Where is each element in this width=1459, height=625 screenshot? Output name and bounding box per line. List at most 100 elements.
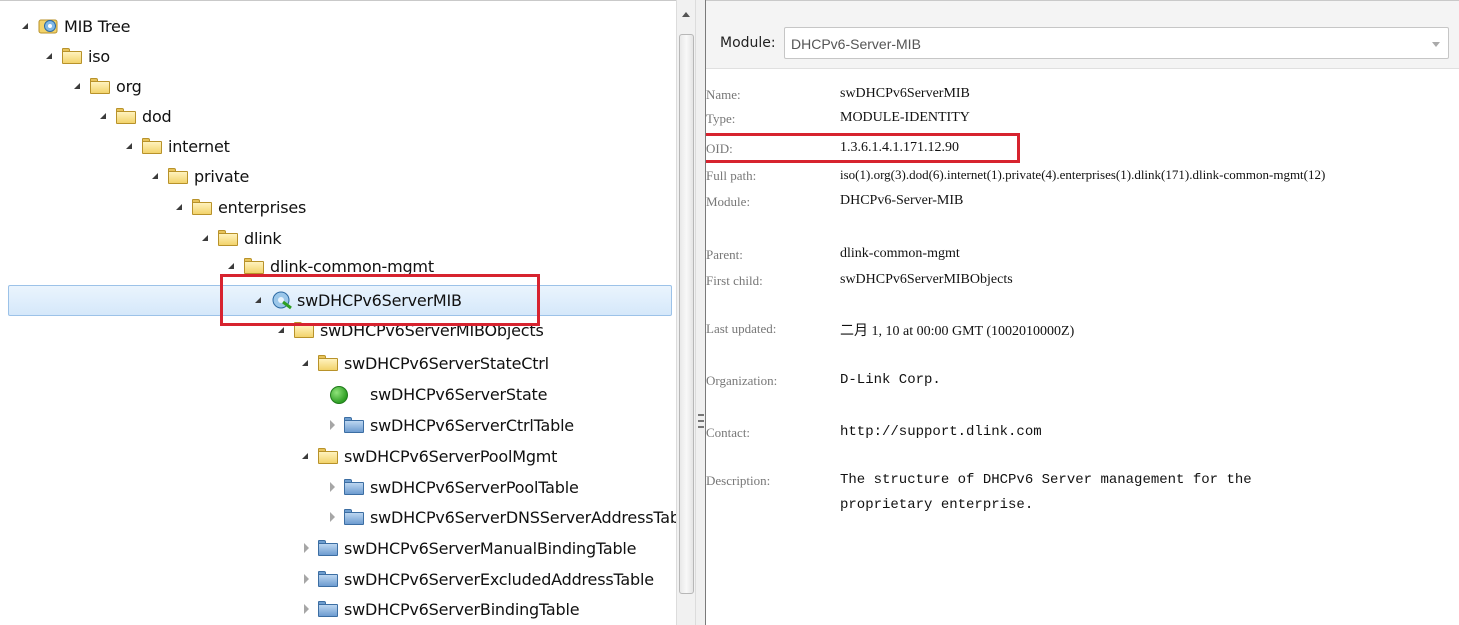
tree-node-dlink-common-mgmt[interactable]: dlink-common-mgmt xyxy=(0,253,500,283)
scalar-leaf-icon xyxy=(330,386,348,404)
table-folder-icon xyxy=(318,571,338,587)
expand-arrow-icon[interactable] xyxy=(152,173,158,179)
tree-node-label: org xyxy=(116,77,142,96)
tree-node-label: swDHCPv6ServerStateCtrl xyxy=(344,354,549,373)
tree-node-swdhcpv6servermib[interactable]: swDHCPv6ServerMIB xyxy=(8,285,672,316)
expand-arrow-icon[interactable] xyxy=(255,297,261,303)
expand-arrow-icon[interactable] xyxy=(302,453,308,459)
last-updated-value: 二月 1, 10 at 00:00 GMT (1002010000Z) xyxy=(840,324,1075,339)
tree-node-label: dlink-common-mgmt xyxy=(270,257,434,276)
expand-arrow-icon[interactable] xyxy=(126,143,132,149)
tree-node-label: MIB Tree xyxy=(64,17,131,36)
first-child-value: swDHCPv6ServerMIBObjects xyxy=(840,272,1013,287)
tree-node-label: dlink xyxy=(244,229,282,248)
organization-value: D-Link Corp. xyxy=(840,372,941,388)
collapse-arrow-icon[interactable] xyxy=(330,420,335,430)
description-line-2: proprietary enterprise. xyxy=(840,497,1034,513)
tree-node-label: private xyxy=(194,167,250,186)
tree-node-iso[interactable]: iso xyxy=(0,43,300,73)
expand-arrow-icon[interactable] xyxy=(176,204,182,210)
tree-node-swdhcpv6serverstatectrl[interactable]: swDHCPv6ServerStateCtrl xyxy=(0,350,560,380)
folder-icon xyxy=(116,108,136,124)
tree-node-label: swDHCPv6ServerPoolTable xyxy=(370,478,579,497)
table-folder-icon xyxy=(344,509,364,525)
mib-tree-icon xyxy=(38,15,60,35)
name-value: swDHCPv6ServerMIB xyxy=(840,86,970,101)
expand-arrow-icon[interactable] xyxy=(302,360,308,366)
collapse-arrow-icon[interactable] xyxy=(304,543,309,553)
chevron-down-icon[interactable] xyxy=(1432,42,1440,47)
expand-arrow-icon[interactable] xyxy=(22,23,28,29)
table-folder-icon xyxy=(318,540,338,556)
collapse-arrow-icon[interactable] xyxy=(330,482,335,492)
folder-icon xyxy=(168,168,188,184)
module-prop-value: DHCPv6-Server-MIB xyxy=(840,193,964,208)
folder-icon xyxy=(142,138,162,154)
tree-node-label: swDHCPv6ServerBindingTable xyxy=(344,600,580,619)
folder-icon xyxy=(294,322,314,338)
pane-splitter[interactable] xyxy=(696,0,706,625)
module-select-value: DHCPv6-Server-MIB xyxy=(791,36,921,52)
type-value: MODULE-IDENTITY xyxy=(840,110,970,125)
type-label: Type: xyxy=(706,111,736,126)
expand-arrow-icon[interactable] xyxy=(74,83,80,89)
tree-node-org[interactable]: org xyxy=(0,73,300,103)
tree-node-label: swDHCPv6ServerDNSServerAddressTable xyxy=(370,508,676,527)
tree-node-label: swDHCPv6ServerState xyxy=(370,385,548,404)
last-updated-label: Last updated: xyxy=(706,321,777,336)
expand-arrow-icon[interactable] xyxy=(278,327,284,333)
collapse-arrow-icon[interactable] xyxy=(330,512,335,522)
table-folder-icon xyxy=(318,601,338,617)
tree-node-label: swDHCPv6ServerManualBindingTable xyxy=(344,539,637,558)
tree-node-label: swDHCPv6ServerCtrlTable xyxy=(370,416,574,435)
module-icon xyxy=(271,290,293,310)
tree-node-swdhcpv6serverexcludedaddresstable[interactable]: swDHCPv6ServerExcludedAddressTable xyxy=(0,566,660,596)
tree-node-label: swDHCPv6ServerMIB xyxy=(297,291,462,310)
tree-scrollbar[interactable] xyxy=(676,0,696,625)
organization-label: Organization: xyxy=(706,373,778,388)
tree-node-label: internet xyxy=(168,137,230,156)
expand-arrow-icon[interactable] xyxy=(46,53,52,59)
first-child-label: First child: xyxy=(706,273,763,288)
tree-node-swdhcpv6servermanualbindingtable[interactable]: swDHCPv6ServerManualBindingTable xyxy=(0,535,660,565)
tree-node-enterprises[interactable]: enterprises xyxy=(0,194,400,224)
oid-label: OID: xyxy=(706,141,733,156)
expand-arrow-icon[interactable] xyxy=(228,263,234,269)
folder-icon xyxy=(218,230,238,246)
tree-node-dlink[interactable]: dlink xyxy=(0,225,400,255)
tree-node-internet[interactable]: internet xyxy=(0,133,340,163)
folder-icon xyxy=(244,258,264,274)
tree-node-dod[interactable]: dod xyxy=(0,103,300,133)
full-path-value: iso(1).org(3).dod(6).internet(1).private… xyxy=(840,167,1326,182)
tree-node-swdhcpv6serverctrltable[interactable]: swDHCPv6ServerCtrlTable xyxy=(0,412,574,442)
expand-arrow-icon[interactable] xyxy=(100,113,106,119)
module-prop-label: Module: xyxy=(706,194,751,209)
collapse-arrow-icon[interactable] xyxy=(304,574,309,584)
tree-node-swdhcpv6serverdnsserveraddresstable[interactable]: swDHCPv6ServerDNSServerAddressTable xyxy=(0,504,676,534)
folder-icon xyxy=(318,355,338,371)
expand-arrow-icon[interactable] xyxy=(202,235,208,241)
parent-value: dlink-common-mgmt xyxy=(840,246,960,261)
full-path-label: Full path: xyxy=(706,168,757,183)
tree-node-swdhcpv6serverpooltable[interactable]: swDHCPv6ServerPoolTable xyxy=(0,474,579,504)
collapse-arrow-icon[interactable] xyxy=(304,604,309,614)
tree-node-swdhcpv6servermibobjects[interactable]: swDHCPv6ServerMIBObjects xyxy=(0,319,560,349)
tree-node-label: dod xyxy=(142,107,172,126)
module-label: Module: xyxy=(720,35,776,51)
tree-node-swdhcpv6serverstate[interactable]: swDHCPv6ServerState xyxy=(0,381,560,411)
splitter-grip-icon[interactable] xyxy=(698,414,704,428)
tree-node-mib-tree[interactable]: MIB Tree xyxy=(0,13,300,43)
mib-tree-pane[interactable]: MIB Tree iso org dod internet private en… xyxy=(0,0,676,625)
scrollbar-thumb[interactable] xyxy=(679,34,694,594)
folder-icon xyxy=(90,78,110,94)
tree-node-swdhcpv6serverpoolmgmt[interactable]: swDHCPv6ServerPoolMgmt xyxy=(0,443,560,473)
scroll-up-icon[interactable] xyxy=(682,12,690,17)
description-line-1: The structure of DHCPv6 Server managemen… xyxy=(840,472,1252,488)
contact-value[interactable]: http://support.dlink.com xyxy=(840,424,1042,440)
contact-label: Contact: xyxy=(706,425,751,440)
module-select[interactable]: DHCPv6-Server-MIB xyxy=(784,27,1449,59)
tree-node-label: enterprises xyxy=(218,198,307,217)
tree-node-label: swDHCPv6ServerExcludedAddressTable xyxy=(344,570,654,589)
tree-node-swdhcpv6serverbindingtable[interactable]: swDHCPv6ServerBindingTable xyxy=(0,596,660,625)
tree-node-private[interactable]: private xyxy=(0,163,360,193)
